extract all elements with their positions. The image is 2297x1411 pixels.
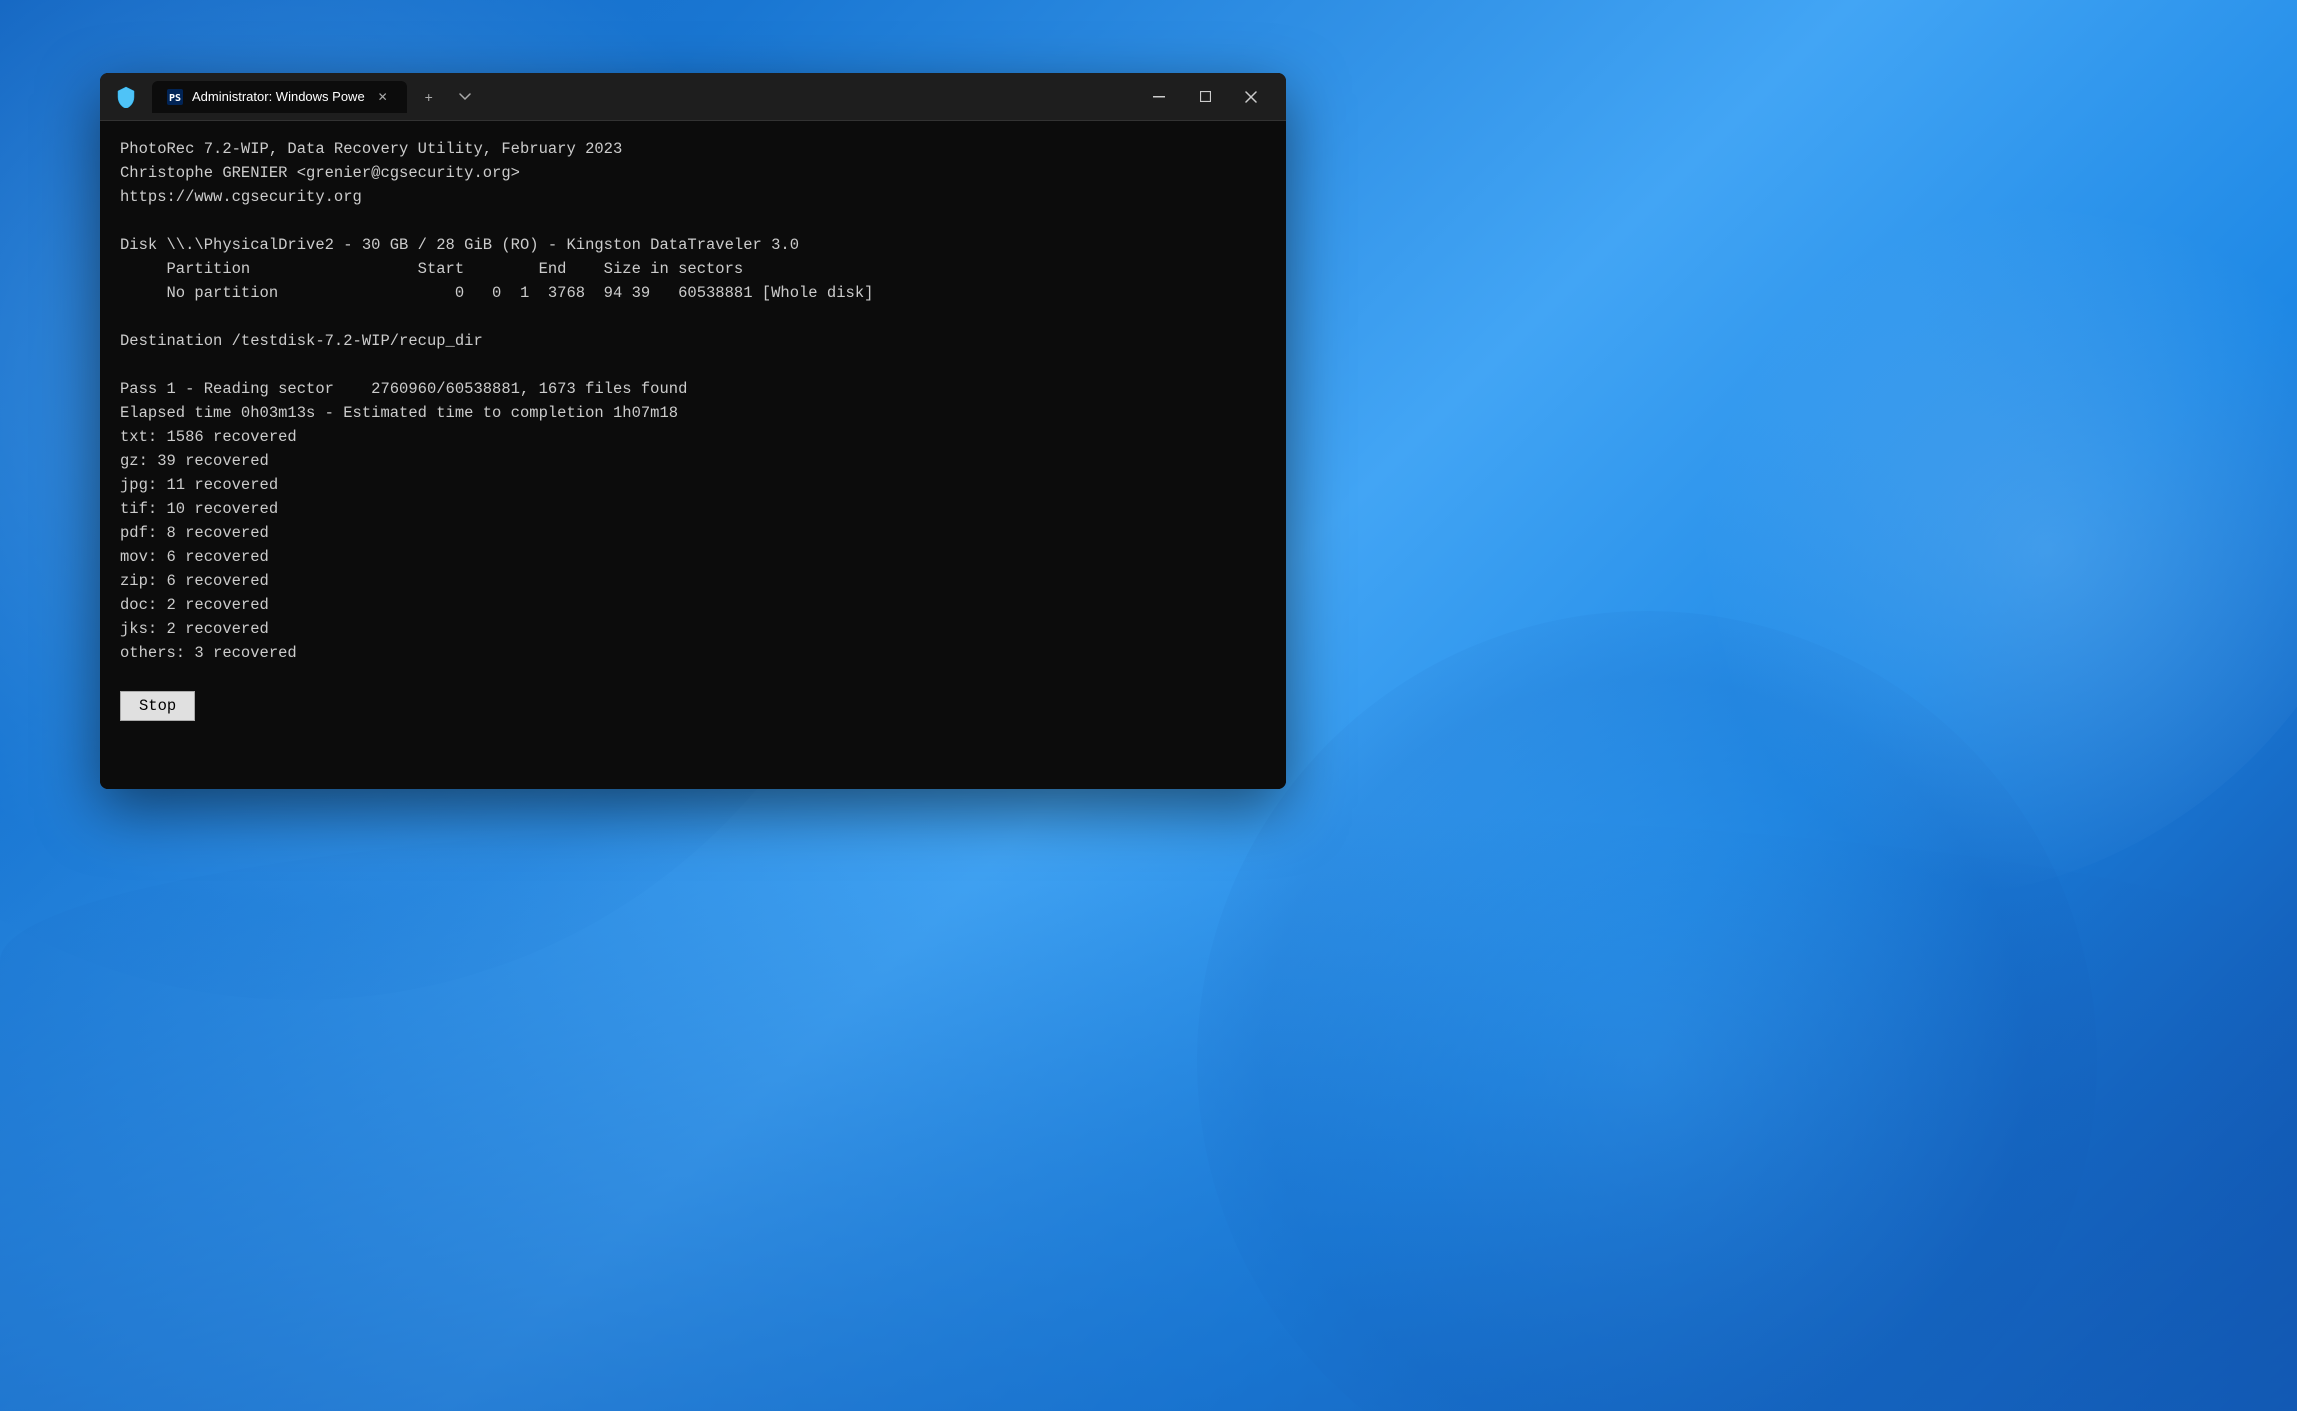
- terminal-line-6: Partition Start End Size in sectors: [120, 257, 1266, 281]
- terminal-line-19: zip: 6 recovered: [120, 569, 1266, 593]
- title-bar-left: PS Administrator: Windows Powe ✕ +: [112, 81, 1136, 113]
- stop-button[interactable]: Stop: [120, 691, 195, 721]
- terminal-line-15: jpg: 11 recovered: [120, 473, 1266, 497]
- tab-title: Administrator: Windows Powe: [192, 89, 365, 104]
- tab-dropdown-button[interactable]: [451, 83, 479, 111]
- powershell-icon: PS: [166, 88, 184, 106]
- terminal-line-22: others: 3 recovered: [120, 641, 1266, 665]
- svg-text:PS: PS: [169, 93, 181, 104]
- terminal-line-10: [120, 353, 1266, 377]
- terminal-line-2: Christophe GRENIER <grenier@cgsecurity.o…: [120, 161, 1266, 185]
- terminal-line-11: Pass 1 - Reading sector 2760960/60538881…: [120, 377, 1266, 401]
- terminal-line-4: [120, 209, 1266, 233]
- tab-close-button[interactable]: ✕: [373, 87, 393, 107]
- terminal-line-1: PhotoRec 7.2-WIP, Data Recovery Utility,…: [120, 137, 1266, 161]
- security-shield-icon: [112, 83, 140, 111]
- terminal-content[interactable]: PhotoRec 7.2-WIP, Data Recovery Utility,…: [100, 121, 1286, 789]
- active-tab[interactable]: PS Administrator: Windows Powe ✕: [152, 81, 407, 113]
- terminal-line-9: Destination /testdisk-7.2-WIP/recup_dir: [120, 329, 1266, 353]
- minimize-button[interactable]: [1136, 73, 1182, 121]
- terminal-line-5: Disk \\.\PhysicalDrive2 - 30 GB / 28 GiB…: [120, 233, 1266, 257]
- maximize-button[interactable]: [1182, 73, 1228, 121]
- window-controls: [1136, 73, 1274, 121]
- terminal-window: PS Administrator: Windows Powe ✕ +: [100, 73, 1286, 789]
- terminal-line-17: pdf: 8 recovered: [120, 521, 1266, 545]
- terminal-line-12: Elapsed time 0h03m13s - Estimated time t…: [120, 401, 1266, 425]
- close-button[interactable]: [1228, 73, 1274, 121]
- terminal-line-13: txt: 1586 recovered: [120, 425, 1266, 449]
- terminal-line-8: [120, 305, 1266, 329]
- title-bar: PS Administrator: Windows Powe ✕ +: [100, 73, 1286, 121]
- terminal-line-16: tif: 10 recovered: [120, 497, 1266, 521]
- terminal-line-14: gz: 39 recovered: [120, 449, 1266, 473]
- terminal-line-21: jks: 2 recovered: [120, 617, 1266, 641]
- terminal-line-3: https://www.cgsecurity.org: [120, 185, 1266, 209]
- terminal-line-18: mov: 6 recovered: [120, 545, 1266, 569]
- terminal-line-7: No partition 0 0 1 3768 94 39 60538881 […: [120, 281, 1266, 305]
- terminal-line-20: doc: 2 recovered: [120, 593, 1266, 617]
- new-tab-button[interactable]: +: [415, 83, 443, 111]
